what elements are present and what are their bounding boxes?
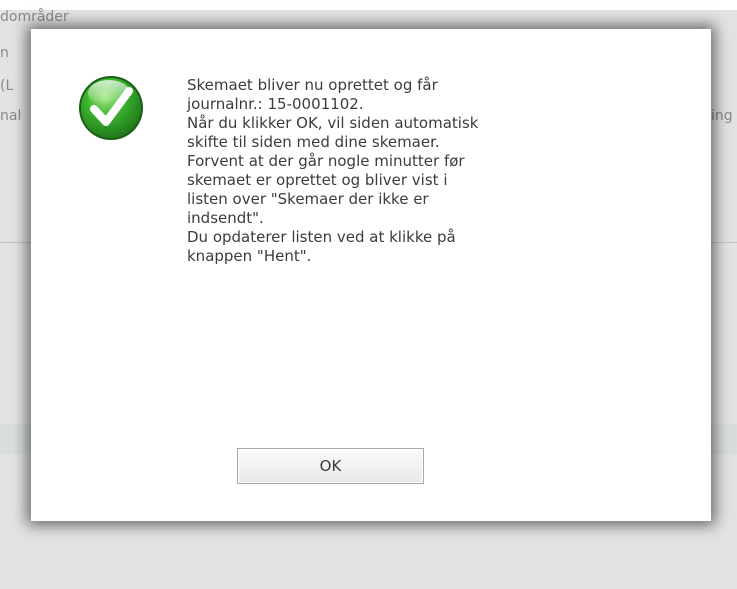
message-line: Forvent at der går nogle minutter før xyxy=(187,152,465,170)
message-line: Skemaet bliver nu oprettet og får xyxy=(187,76,438,94)
ok-button[interactable]: OK xyxy=(237,448,424,484)
message-line: journalnr.: 15-0001102. xyxy=(187,95,364,113)
confirmation-dialog: Skemaet bliver nu oprettet og får journa… xyxy=(31,29,711,521)
message-line: skemaet er oprettet og bliver vist i xyxy=(187,171,448,189)
dialog-message: Skemaet bliver nu oprettet og får journa… xyxy=(187,76,607,266)
background-text-fragment: n xyxy=(0,45,9,61)
check-circle-icon xyxy=(77,74,145,142)
background-text-fragment: ing og re xyxy=(711,108,737,124)
message-line: skifte til siden med dine skemaer. xyxy=(187,133,440,151)
background-heading: dområder xyxy=(0,9,69,25)
message-line: indsendt". xyxy=(187,209,264,227)
message-line: Du opdaterer listen ved at klikke på xyxy=(187,228,456,246)
background-text-fragment: (L xyxy=(0,78,14,94)
message-line: Når du klikker OK, vil siden automatisk xyxy=(187,114,479,132)
message-line: listen over "Skemaer der ikke er xyxy=(187,190,429,208)
background-text-fragment: nal xyxy=(0,108,22,124)
message-line: knappen "Hent". xyxy=(187,247,312,265)
